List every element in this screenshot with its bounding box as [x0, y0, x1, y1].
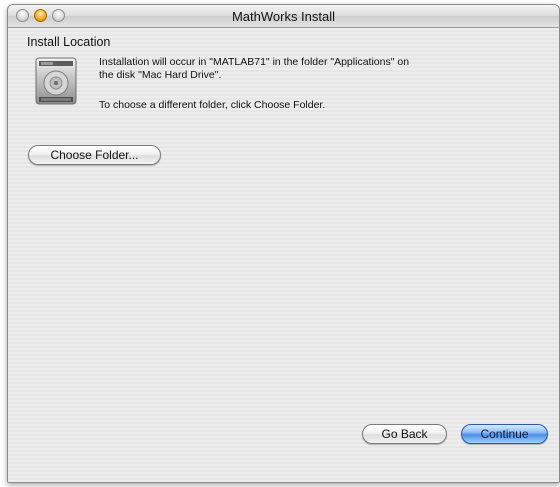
continue-button[interactable]: Continue	[461, 424, 548, 444]
window-title: MathWorks Install	[231, 9, 336, 24]
hard-drive-icon	[35, 57, 77, 105]
installer-window: MathWorks Install Install Location Insta…	[7, 4, 560, 483]
choose-folder-instructions: To choose a different folder, click Choo…	[99, 99, 326, 111]
installer-content	[8, 28, 559, 482]
title-bar[interactable]: MathWorks Install	[8, 5, 559, 28]
go-back-button[interactable]: Go Back	[362, 424, 447, 444]
message-line: the disk "Mac Hard Drive".	[99, 69, 222, 81]
choose-folder-button[interactable]: Choose Folder...	[28, 145, 161, 165]
message-line: Installation will occur in "MATLAB71" in…	[99, 56, 410, 68]
install-location-message: Installation will occur in "MATLAB71" in…	[99, 56, 479, 82]
section-heading: Install Location	[27, 35, 111, 49]
